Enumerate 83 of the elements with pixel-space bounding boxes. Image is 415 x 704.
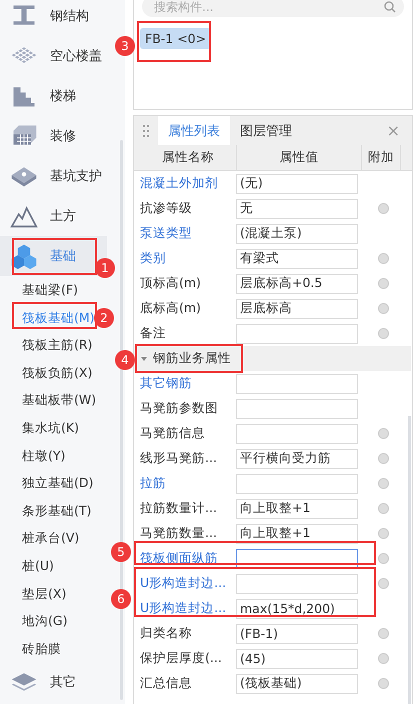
- property-value-field[interactable]: 无: [236, 198, 358, 218]
- property-name: 线形马凳筋...: [139, 450, 218, 467]
- step-badge: 5: [111, 542, 131, 562]
- property-name: 保护层厚度(...: [139, 650, 223, 667]
- radio-button[interactable]: [378, 278, 389, 289]
- radio-button[interactable]: [378, 453, 389, 464]
- property-name: 马凳筋信息: [139, 425, 206, 442]
- radio-button[interactable]: [378, 253, 389, 264]
- subcategory-item[interactable]: 筏板基础(M): [22, 308, 95, 327]
- column-header: 属性名称: [134, 145, 237, 170]
- subcategory-item[interactable]: 条形基础(T): [22, 502, 92, 520]
- property-value-field[interactable]: 向上取整+1: [236, 498, 358, 518]
- property-name: 汇总信息: [139, 675, 193, 692]
- property-name[interactable]: U形构造封边...: [134, 600, 236, 617]
- radio-button[interactable]: [378, 628, 389, 639]
- subcategory-item[interactable]: 基础梁(F): [22, 281, 78, 299]
- subcategory-item[interactable]: 筏板主筋(R): [22, 336, 92, 354]
- property-name[interactable]: 泵送类型: [134, 225, 236, 242]
- property-value-field[interactable]: 向上取整+1: [236, 524, 358, 544]
- property-name[interactable]: 筏板侧面纵筋: [134, 550, 236, 567]
- property-value-field[interactable]: 有梁式: [236, 248, 358, 268]
- radio-button[interactable]: [378, 553, 389, 564]
- property-name: 备注: [139, 325, 167, 342]
- property-value-field[interactable]: 层底标高: [236, 298, 358, 318]
- property-name: 顶标高(m): [139, 275, 202, 292]
- property-name[interactable]: 混凝土外加剂: [134, 175, 236, 192]
- property-name[interactable]: 类别: [134, 250, 236, 267]
- subcategory-item[interactable]: 垫层(X): [22, 584, 66, 603]
- radio-button[interactable]: [378, 328, 389, 339]
- radio-button[interactable]: [378, 578, 389, 589]
- search-icon[interactable]: [384, 1, 396, 13]
- radio-button[interactable]: [378, 203, 389, 214]
- property-name: 马凳筋数量...: [139, 525, 218, 542]
- panel-tab[interactable]: 图层管理: [230, 116, 302, 145]
- step-badge: 6: [111, 589, 131, 609]
- property-value-field[interactable]: (筏板基础): [236, 674, 358, 694]
- radio-button[interactable]: [378, 303, 389, 314]
- category-item[interactable]: 其它: [0, 662, 107, 702]
- component-item[interactable]: FB-1 <0>: [140, 28, 212, 49]
- subcategory-item[interactable]: 筏板负筋(X): [22, 364, 92, 382]
- property-name: 马凳筋参数图: [139, 400, 219, 417]
- scrollbar[interactable]: [408, 416, 411, 704]
- property-value-field[interactable]: max(15*d,200): [236, 598, 358, 618]
- property-value-field[interactable]: 层底标高+0.5: [236, 274, 358, 294]
- subcategory-item[interactable]: 基础板带(W): [22, 391, 96, 410]
- property-name: 拉筋数量计...: [139, 500, 218, 517]
- subcategory-item[interactable]: 独立基础(D): [22, 474, 94, 492]
- column-header: 附加: [362, 145, 401, 170]
- subcategory-item[interactable]: 桩(U): [22, 556, 54, 575]
- subcategory-item[interactable]: 地沟(G): [22, 612, 68, 630]
- property-name[interactable]: U形构造封边...: [134, 575, 236, 592]
- property-value-field[interactable]: 平行横向受力筋: [236, 448, 358, 468]
- property-name[interactable]: 其它钢筋: [134, 375, 236, 392]
- radio-button[interactable]: [378, 678, 389, 689]
- property-name: 归类名称: [139, 625, 193, 642]
- property-value-field[interactable]: (混凝土泵): [236, 224, 358, 244]
- subcategory-item[interactable]: 柱墩(Y): [22, 446, 66, 465]
- radio-button[interactable]: [378, 653, 389, 664]
- property-value-field[interactable]: [236, 548, 358, 568]
- panel-tab[interactable]: 属性列表: [158, 116, 230, 145]
- radio-button[interactable]: [378, 528, 389, 539]
- property-name: 抗渗等级: [139, 200, 193, 217]
- section-header[interactable]: 钢筋业务属性: [134, 346, 411, 371]
- drag-handle-icon[interactable]: [143, 124, 149, 136]
- property-value-field[interactable]: (45): [236, 648, 358, 668]
- category-item[interactable]: 基坑支护: [0, 156, 107, 196]
- radio-button[interactable]: [378, 478, 389, 489]
- property-value-field[interactable]: (无): [236, 174, 358, 194]
- category-item[interactable]: 钢结构: [0, 0, 107, 36]
- property-name[interactable]: 拉筋: [134, 475, 236, 492]
- search-field[interactable]: 搜索构件...: [142, 0, 404, 17]
- subcategory-item[interactable]: 桩承台(V): [22, 529, 80, 548]
- column-header: 属性值: [237, 145, 362, 170]
- category-item[interactable]: 空心楼盖: [0, 36, 107, 76]
- category-item[interactable]: 楼梯: [0, 76, 107, 116]
- property-value-field[interactable]: (FB-1): [236, 624, 358, 644]
- property-name: 底标高(m): [139, 300, 202, 317]
- category-item[interactable]: 装修: [0, 116, 107, 156]
- category-item[interactable]: 土方: [0, 196, 107, 236]
- radio-button[interactable]: [378, 428, 389, 439]
- subcategory-item[interactable]: 集水坑(K): [22, 418, 79, 437]
- radio-button[interactable]: [378, 503, 389, 514]
- subcategory-item[interactable]: 砖胎膜: [22, 640, 61, 658]
